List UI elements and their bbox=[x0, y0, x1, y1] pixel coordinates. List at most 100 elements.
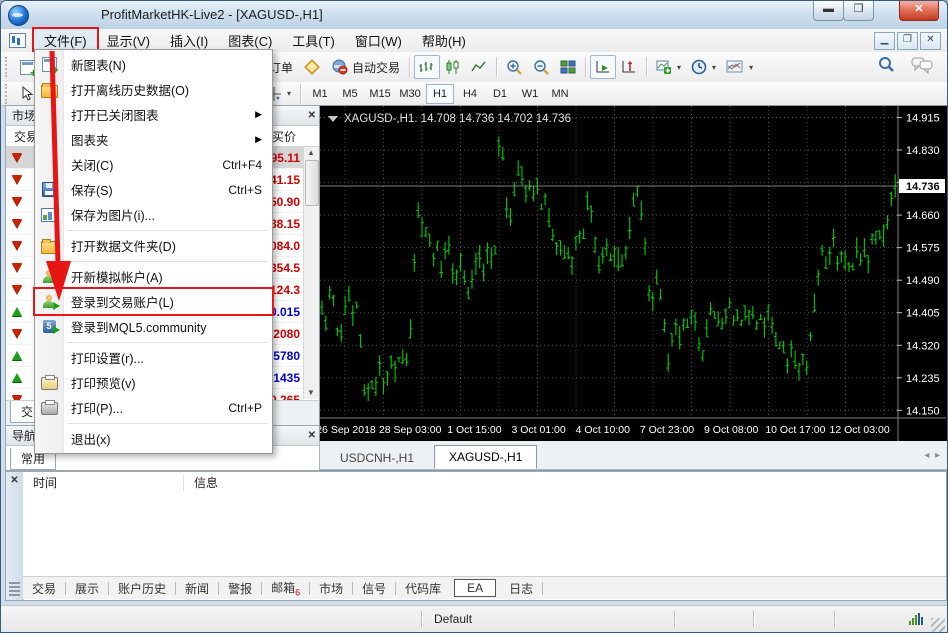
timeframe-d1[interactable]: D1 bbox=[486, 84, 514, 104]
scroll-down-icon[interactable]: ▼ bbox=[305, 387, 317, 399]
chart-tab-2[interactable]: XAGUSD-,H1 bbox=[434, 445, 537, 469]
column-time: 时间 bbox=[33, 474, 184, 491]
file-menu-item-7[interactable]: 保存为图片(i)... bbox=[35, 202, 272, 227]
terminal-grip-icon[interactable] bbox=[9, 582, 20, 596]
file-menu-item-17[interactable]: 打印(P)...Ctrl+P bbox=[35, 395, 272, 420]
menu-item-label: 打开离线历史数据(O) bbox=[71, 80, 189, 99]
timeframe-m30[interactable]: M30 bbox=[396, 84, 424, 104]
periods-button[interactable]: ▾ bbox=[686, 55, 721, 79]
terminal-panel: ✕ 时间 信息 交易展示账户历史新闻警报邮箱6市场信号代码库EA日志 bbox=[5, 471, 947, 601]
market-watch-scrollbar[interactable]: ▲ ▼ bbox=[303, 147, 319, 399]
resize-grip[interactable] bbox=[931, 618, 945, 632]
chart-tab-scroll-icons[interactable]: ◂ ▸ bbox=[924, 450, 940, 461]
terminal-tab-5[interactable]: 警报 bbox=[219, 579, 261, 598]
terminal-tab-6[interactable]: 邮箱6 bbox=[262, 578, 309, 598]
file-menu-item-6[interactable]: 保存(S)Ctrl+S bbox=[35, 177, 272, 202]
menu-item-label: 图表夹 bbox=[71, 130, 109, 149]
terminal-tab-1[interactable]: 交易 bbox=[23, 579, 65, 598]
menu-item-label: 登录到MQL5.community bbox=[71, 317, 206, 336]
bar-chart-button[interactable] bbox=[414, 55, 440, 79]
file-menu-item-11[interactable]: 开新模拟帐户(A) bbox=[35, 264, 272, 289]
terminal-close-icon[interactable]: ✕ bbox=[6, 475, 23, 486]
indicators-button[interactable]: ▾ bbox=[651, 55, 686, 79]
timeframe-h1[interactable]: H1 bbox=[426, 84, 454, 104]
mdi-restore-button[interactable]: ❐ bbox=[897, 32, 918, 50]
search-button[interactable] bbox=[877, 56, 895, 79]
file-menu-item-4[interactable]: 图表夹▶ bbox=[35, 127, 272, 152]
timeframe-h4[interactable]: H4 bbox=[456, 84, 484, 104]
file-menu-item-3[interactable]: 打开已关闭图表▶ bbox=[35, 102, 272, 127]
minimize-button[interactable]: ▬ bbox=[813, 1, 844, 21]
timeframe-m15[interactable]: M15 bbox=[366, 84, 394, 104]
title-bar[interactable]: ProfitMarketHK-Live2 - [XAGUSD-,H1] ▬ ❐ … bbox=[1, 1, 947, 30]
menu-separator bbox=[67, 261, 268, 262]
svg-text:14.915: 14.915 bbox=[906, 113, 940, 125]
mdi-close-button[interactable]: ✕ bbox=[920, 32, 941, 50]
chart-tab-1[interactable]: USDCNH-,H1 bbox=[326, 447, 428, 469]
file-menu-item-9[interactable]: 打开数据文件夹(D) bbox=[35, 233, 272, 258]
terminal-tab-2[interactable]: 展示 bbox=[66, 579, 108, 598]
tile-windows-button[interactable] bbox=[555, 55, 581, 79]
print-icon bbox=[35, 400, 63, 415]
scroll-up-icon[interactable]: ▲ bbox=[305, 147, 317, 159]
terminal-tab-11[interactable]: 日志 bbox=[500, 579, 542, 598]
terminal-tab-3[interactable]: 账户历史 bbox=[109, 579, 175, 598]
file-menu-item-1[interactable]: +新图表(N) bbox=[35, 52, 272, 77]
tick-down-icon bbox=[12, 153, 22, 162]
candlestick-button[interactable] bbox=[440, 55, 466, 79]
toolbar-grip[interactable] bbox=[5, 84, 11, 104]
chart-window-icon[interactable] bbox=[9, 33, 26, 48]
close-button[interactable]: ✕ bbox=[899, 1, 939, 21]
tile-windows-icon bbox=[560, 59, 576, 75]
autotrading-button[interactable]: 自动交易 bbox=[326, 55, 405, 79]
line-chart-button[interactable] bbox=[466, 55, 492, 79]
market-watch-close-icon[interactable]: ✕ bbox=[308, 111, 316, 121]
file-menu-item-19[interactable]: 退出(x) bbox=[35, 426, 272, 451]
chart-window[interactable]: 14.91514.83014.74514.66014.57514.49014.4… bbox=[319, 105, 948, 471]
file-menu-item-12[interactable]: 登录到交易账户(L) bbox=[35, 289, 272, 314]
column-info: 信息 bbox=[194, 474, 218, 491]
zoom-in-button[interactable] bbox=[501, 55, 528, 79]
menu-item-label: 开新模拟帐户(A) bbox=[71, 267, 163, 286]
auto-scroll-button[interactable] bbox=[590, 55, 616, 79]
terminal-tab-9[interactable]: 代码库 bbox=[396, 579, 450, 598]
file-menu-item-15[interactable]: 打印设置(r)... bbox=[35, 345, 272, 370]
window-title: ProfitMarketHK-Live2 - [XAGUSD-,H1] bbox=[101, 7, 323, 22]
terminal-column-header[interactable]: 时间 信息 bbox=[23, 472, 946, 494]
price-chart[interactable]: 14.91514.83014.74514.66014.57514.49014.4… bbox=[320, 106, 946, 468]
svg-text:14.736: 14.736 bbox=[906, 181, 940, 193]
svg-text:10 Oct 17:00: 10 Oct 17:00 bbox=[765, 424, 825, 436]
terminal-tab-7[interactable]: 市场 bbox=[310, 579, 352, 598]
timeframe-w1[interactable]: W1 bbox=[516, 84, 544, 104]
menu-separator bbox=[67, 342, 268, 343]
menu-item-6[interactable]: 窗口(W) bbox=[345, 29, 412, 52]
status-profile[interactable]: Default bbox=[422, 612, 674, 626]
chat-button[interactable] bbox=[911, 57, 933, 79]
terminal-tab-8[interactable]: 信号 bbox=[353, 579, 395, 598]
mdi-minimize-button[interactable]: ▁ bbox=[874, 32, 895, 50]
chart-shift-button[interactable] bbox=[616, 55, 642, 79]
file-menu-item-13[interactable]: 5登录到MQL5.community bbox=[35, 314, 272, 339]
menu-item-5[interactable]: 工具(T) bbox=[282, 29, 345, 52]
file-menu-item-2[interactable]: 打开离线历史数据(O) bbox=[35, 77, 272, 102]
templates-button[interactable]: ▾ bbox=[721, 55, 758, 79]
tick-up-icon bbox=[12, 307, 22, 316]
toolbar-grip[interactable] bbox=[5, 57, 11, 77]
restore-button[interactable]: ❐ bbox=[843, 1, 874, 21]
navigator-close-icon[interactable]: ✕ bbox=[308, 431, 316, 441]
history-center-button[interactable] bbox=[298, 55, 326, 79]
svg-text:4 Oct 10:00: 4 Oct 10:00 bbox=[576, 424, 630, 436]
application-window: ProfitMarketHK-Live2 - [XAGUSD-,H1] ▬ ❐ … bbox=[0, 0, 948, 633]
terminal-tab-4[interactable]: 新闻 bbox=[176, 579, 218, 598]
timeframe-m1[interactable]: M1 bbox=[306, 84, 334, 104]
terminal-content[interactable] bbox=[23, 493, 946, 577]
file-menu-item-16[interactable]: 打印预览(v) bbox=[35, 370, 272, 395]
menu-item-7[interactable]: 帮助(H) bbox=[412, 29, 476, 52]
terminal-tab-10[interactable]: EA bbox=[454, 579, 496, 597]
zoom-out-button[interactable] bbox=[528, 55, 555, 79]
timeframe-m5[interactable]: M5 bbox=[336, 84, 364, 104]
menu-item-label: 退出(x) bbox=[71, 429, 111, 448]
scrollbar-thumb[interactable] bbox=[305, 160, 319, 206]
timeframe-mn[interactable]: MN bbox=[546, 84, 574, 104]
file-menu-item-5[interactable]: 关闭(C)Ctrl+F4 bbox=[35, 152, 272, 177]
